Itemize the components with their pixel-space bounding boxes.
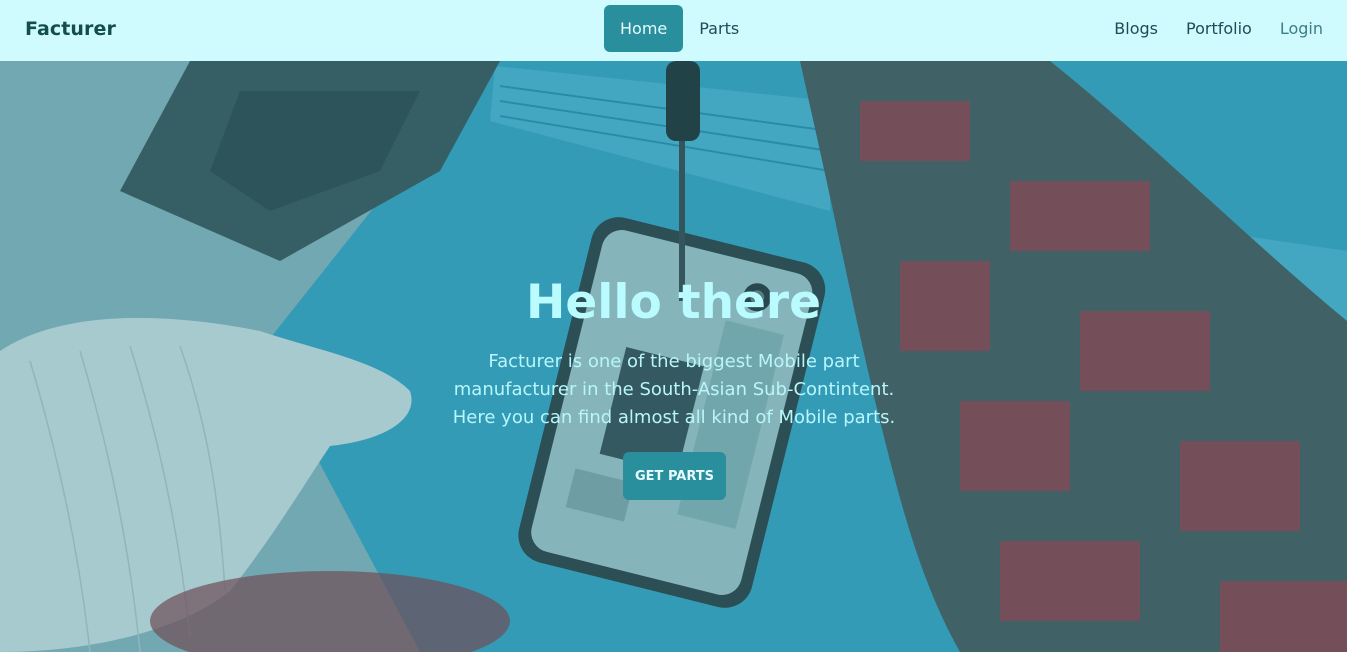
- nav-login-link[interactable]: Login: [1266, 5, 1337, 52]
- nav-home-link[interactable]: Home: [604, 5, 684, 52]
- hero-content: Hello there Facturer is one of the bigge…: [0, 61, 1347, 652]
- nav-right: Blogs Portfolio Login: [1100, 5, 1337, 52]
- nav-parts-link[interactable]: Parts: [683, 5, 755, 52]
- nav-center: Home Parts: [604, 5, 755, 52]
- brand-logo[interactable]: Facturer: [25, 18, 116, 40]
- nav-blogs-link[interactable]: Blogs: [1100, 5, 1172, 52]
- hero-description: Facturer is one of the biggest Mobile pa…: [452, 351, 896, 428]
- hero-section: Hello there Facturer is one of the bigge…: [0, 61, 1347, 652]
- get-parts-button[interactable]: GET PARTS: [623, 452, 726, 500]
- nav-portfolio-link[interactable]: Portfolio: [1172, 5, 1266, 52]
- navbar: Facturer Home Parts Blogs Portfolio Logi…: [0, 0, 1347, 61]
- hero-title: Hello there: [526, 275, 821, 330]
